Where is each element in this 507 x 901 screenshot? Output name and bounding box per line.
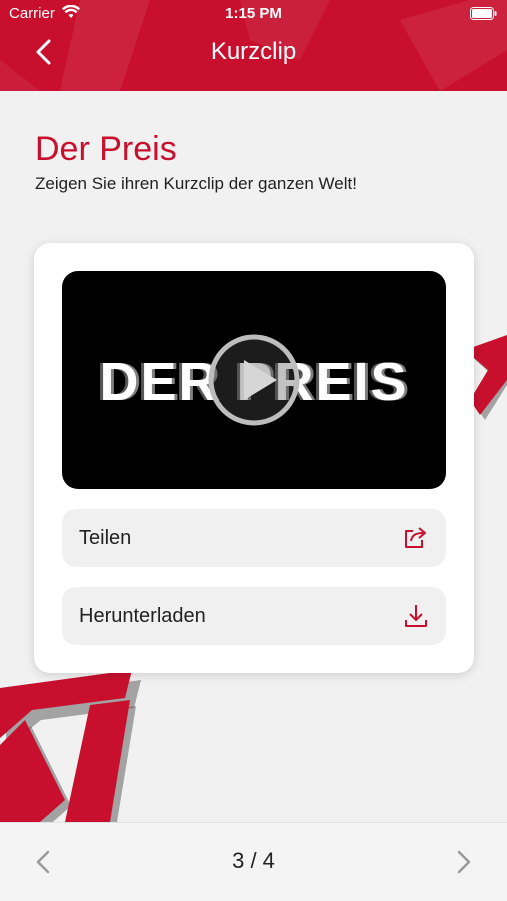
nav-header: Carrier 1:15 PM Kurzclip [0,0,507,91]
video-player[interactable]: DER PREIS [62,271,446,489]
page-subtitle: Zeigen Sie ihren Kurzclip der ganzen Wel… [35,174,357,193]
download-label: Herunterladen [79,605,206,627]
pager-footer: 3 / 4 [0,822,507,901]
page-title: Der Preis [35,130,177,168]
chevron-right-icon[interactable] [455,849,473,875]
battery-icon [470,7,497,20]
clip-card: DER PREIS Teilen Herunterladen [34,243,474,673]
status-bar: Carrier 1:15 PM [0,0,507,28]
status-time: 1:15 PM [225,5,282,22]
nav-title: Kurzclip [210,38,297,65]
share-label: Teilen [79,527,132,549]
download-icon [405,605,427,627]
share-button[interactable]: Teilen [62,509,446,567]
share-icon [405,527,426,548]
play-icon[interactable] [207,333,301,427]
download-button[interactable]: Herunterladen [62,587,446,645]
page-indicator: 3 / 4 [232,848,275,873]
